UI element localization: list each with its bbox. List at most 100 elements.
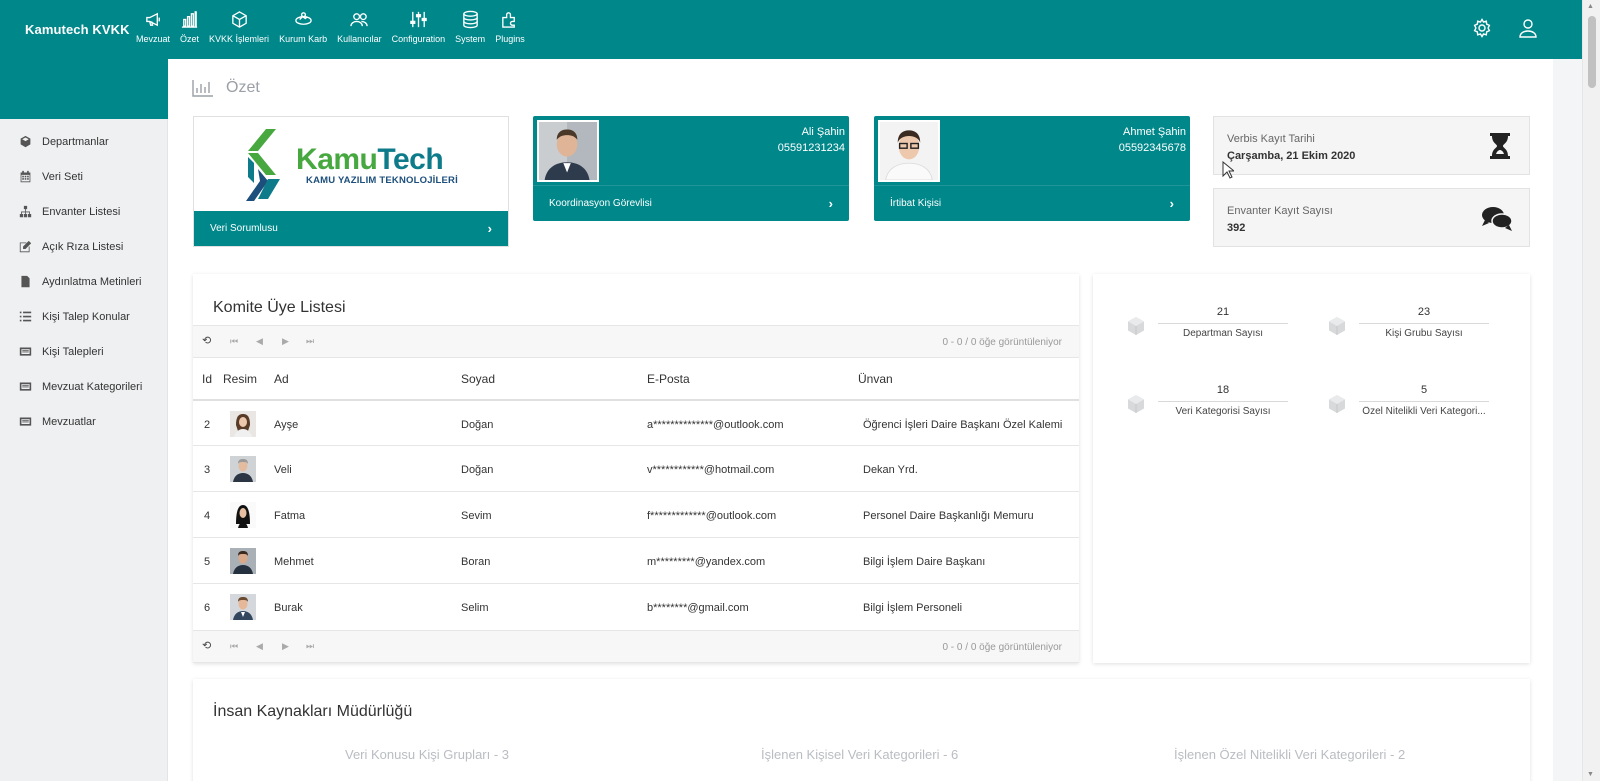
prev-page-icon[interactable]: ◀: [256, 641, 263, 652]
nav-kurum-karb[interactable]: Kurum Karb: [279, 10, 327, 44]
app-brand[interactable]: Kamutech KVKK: [25, 22, 130, 37]
col-ad[interactable]: Ad: [274, 372, 289, 386]
ik-sub-kisisel-veri[interactable]: İşlenen Kişisel Veri Kategorileri - 6: [761, 747, 958, 762]
gear-icon[interactable]: [1472, 18, 1492, 38]
next-page-icon[interactable]: ▶: [282, 336, 289, 347]
page-title: Özet: [226, 79, 260, 96]
sidebar-item-acik-riza-listesi[interactable]: Açık Rıza Listesi: [0, 229, 167, 264]
insan-kaynaklari-panel: İnsan Kaynakları Müdürlüğü Veri Konusu K…: [193, 679, 1530, 781]
nav-plugins[interactable]: Plugins: [495, 10, 525, 44]
page-scrollbar[interactable]: ▲ ▼: [1582, 0, 1600, 781]
sidebar-item-kisi-talep-konular[interactable]: Kişi Talep Konular: [0, 299, 167, 334]
komite-pager-bottom: ⟲ ⏮ ◀ ▶ ⏭ 0 - 0 / 0 öğe görüntüleniyor: [193, 630, 1079, 663]
card-icon: [19, 382, 32, 391]
last-page-icon[interactable]: ⏭: [306, 641, 314, 652]
card-icon: [19, 417, 32, 426]
cube-icon: [231, 11, 247, 28]
koordinasyon-card: Ali Şahin 05591231234 Koordinasyon Görev…: [533, 116, 849, 221]
page-header: Özet: [192, 79, 260, 97]
scroll-thumb[interactable]: [1588, 16, 1596, 88]
sitemap-icon: [19, 205, 32, 218]
inventory-box: Envanter Kayıt Sayısı 392: [1213, 188, 1530, 247]
col-soyad[interactable]: Soyad: [461, 372, 495, 386]
sidebar-item-kisi-talepleri[interactable]: Kişi Talepleri: [0, 334, 167, 369]
avatar: [230, 548, 256, 574]
nav-mevzuat[interactable]: Mevzuat: [136, 10, 170, 44]
table-row[interactable]: 2 Ayşe Doğan a**************@outlook.com…: [193, 399, 1079, 445]
veri-sorumlusu-card: KamuTech KAMU YAZILIM TEKNOLOJİLERİ Veri…: [193, 116, 509, 247]
contact-phone: 05592345678: [1118, 142, 1186, 154]
contact-name: Ahmet Şahin: [1123, 126, 1186, 138]
logo-subtitle: KAMU YAZILIM TEKNOLOJİLERİ: [306, 174, 458, 186]
inventory-count: 392: [1227, 222, 1246, 234]
first-page-icon[interactable]: ⏮: [230, 641, 238, 652]
col-eposta[interactable]: E-Posta: [647, 372, 690, 386]
sidebar-header: [0, 59, 168, 119]
avatar: [230, 456, 256, 482]
prev-page-icon[interactable]: ◀: [256, 336, 263, 347]
stat-kisi-grubu: 23 Kişi Grubu Sayısı: [1327, 304, 1527, 344]
calendar-icon: [20, 170, 31, 183]
sidebar-item-mevzuat-kategorileri[interactable]: Mevzuat Kategorileri: [0, 369, 167, 404]
stat-ozel-nitelikli: 5 Özel Nitelikli Veri Kategori...: [1327, 382, 1527, 422]
coordinator-photo: [537, 120, 599, 182]
cube-icon: [20, 135, 31, 148]
cube-icon: [1128, 317, 1144, 335]
col-id[interactable]: Id: [202, 372, 212, 386]
nav-ozet[interactable]: Özet: [180, 10, 199, 44]
cube-icon: [1128, 395, 1144, 413]
sidebar-item-veri-seti[interactable]: Veri Seti: [0, 159, 167, 194]
handshake-icon: [294, 12, 312, 25]
logo-mark-icon: [246, 129, 281, 201]
cube-icon: [1329, 317, 1345, 335]
contact-photo: [878, 120, 940, 182]
komite-title: Komite Üye Listesi: [213, 299, 346, 316]
refresh-icon[interactable]: ⟲: [202, 639, 211, 652]
sidebar-item-departmanlar[interactable]: Departmanlar: [0, 124, 167, 159]
stats-panel: 21 Departman Sayısı 23 Kişi Grubu Sayısı…: [1093, 274, 1530, 663]
card-icon: [19, 347, 32, 356]
ik-sub-ozel-nitelikli[interactable]: İşlenen Özel Nitelikli Veri Kategorileri…: [1174, 747, 1405, 762]
irtibat-link[interactable]: İrtibat Kişisi ›: [874, 185, 1190, 221]
nav-kvkk-islemleri[interactable]: KVKK İşlemleri: [209, 10, 269, 44]
mouse-cursor-icon: [1222, 161, 1234, 179]
table-row[interactable]: 4 Fatma Sevim f*************@outlook.com…: [193, 491, 1079, 537]
avatar: [230, 502, 256, 528]
table-row[interactable]: 6 Burak Selim b********@gmail.com Bilgi …: [193, 583, 1079, 629]
last-page-icon[interactable]: ⏭: [306, 336, 314, 347]
verbis-date: Çarşamba, 21 Ekim 2020: [1227, 150, 1356, 162]
scroll-down-icon[interactable]: ▼: [1587, 771, 1594, 778]
edit-icon: [19, 240, 32, 253]
sidebar-item-mevzuatlar[interactable]: Mevzuatlar: [0, 404, 167, 439]
sliders-icon: [410, 11, 427, 28]
main-content: Özet KamuTech KAMU YAZILIM TEKNOLOJİLERİ…: [168, 59, 1553, 781]
users-icon: [350, 13, 368, 27]
veri-sorumlusu-link[interactable]: Veri Sorumlusu ›: [194, 211, 508, 246]
contact-info: Ahmet Şahin 05592345678: [1119, 124, 1186, 156]
cube-icon: [1329, 395, 1345, 413]
sidebar-item-aydinlatma-metinleri[interactable]: Aydınlatma Metinleri: [0, 264, 167, 299]
main-nav: Mevzuat Özet KVKK İşlemleri Kurum Karb K…: [136, 10, 535, 44]
scroll-up-icon[interactable]: ▲: [1587, 3, 1594, 10]
pager-info: 0 - 0 / 0 öğe görüntüleniyor: [942, 642, 1062, 653]
avatar: [230, 594, 256, 620]
next-page-icon[interactable]: ▶: [282, 641, 289, 652]
sidebar-item-envanter-listesi[interactable]: Envanter Listesi: [0, 194, 167, 229]
nav-system[interactable]: System: [455, 10, 485, 44]
ik-sub-kisi-gruplari[interactable]: Veri Konusu Kişi Grupları - 3: [345, 747, 509, 762]
table-row[interactable]: 3 Veli Doğan v************@hotmail.com D…: [193, 445, 1079, 491]
user-icon[interactable]: [1518, 18, 1538, 38]
refresh-icon[interactable]: ⟲: [202, 334, 211, 347]
coordinator-info: Ali Şahin 05591231234: [778, 124, 845, 156]
komite-pager-top: ⟲ ⏮ ◀ ▶ ⏭ 0 - 0 / 0 öğe görüntüleniyor: [193, 325, 1079, 358]
nav-configuration[interactable]: Configuration: [392, 10, 445, 44]
col-resim[interactable]: Resim: [223, 372, 257, 386]
sidebar: Departmanlar Veri Seti Envanter Listesi …: [0, 119, 168, 781]
table-row[interactable]: 5 Mehmet Boran m*********@yandex.com Bil…: [193, 537, 1079, 583]
bar-chart-icon: [192, 80, 213, 97]
logo-tech: Tech: [377, 142, 444, 176]
nav-kullanicilar[interactable]: Kullanıcılar: [337, 10, 382, 44]
first-page-icon[interactable]: ⏮: [230, 336, 238, 347]
koordinasyon-link[interactable]: Koordinasyon Görevlisi ›: [533, 185, 849, 221]
col-unvan[interactable]: Ünvan: [858, 372, 893, 386]
